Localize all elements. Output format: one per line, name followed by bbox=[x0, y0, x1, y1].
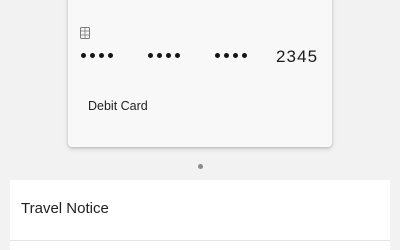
masked-digit bbox=[157, 53, 162, 58]
travel-notice-item[interactable]: Travel Notice bbox=[10, 180, 390, 240]
masked-digit bbox=[81, 53, 86, 58]
debit-card[interactable]: 2345 Debit Card bbox=[68, 0, 332, 147]
masked-digit bbox=[175, 53, 180, 58]
masked-digit bbox=[90, 53, 95, 58]
card-type-label: Debit Card bbox=[88, 99, 148, 113]
carousel-page-indicator[interactable] bbox=[198, 164, 203, 169]
masked-digit bbox=[224, 53, 229, 58]
masked-digit bbox=[242, 53, 247, 58]
card-chip-icon bbox=[80, 27, 90, 39]
masked-digits-group bbox=[148, 53, 180, 58]
card-settings-list: Travel Notice bbox=[10, 180, 390, 250]
masked-digits-group bbox=[215, 53, 247, 58]
list-divider bbox=[10, 240, 390, 241]
card-number: 2345 bbox=[80, 46, 324, 70]
masked-digit bbox=[148, 53, 153, 58]
masked-digit bbox=[166, 53, 171, 58]
card-last-four: 2345 bbox=[276, 47, 319, 66]
masked-digit bbox=[99, 53, 104, 58]
masked-digits-group bbox=[81, 53, 113, 58]
travel-notice-label: Travel Notice bbox=[21, 200, 109, 217]
masked-digit bbox=[215, 53, 220, 58]
masked-digit bbox=[108, 53, 113, 58]
masked-digit bbox=[233, 53, 238, 58]
